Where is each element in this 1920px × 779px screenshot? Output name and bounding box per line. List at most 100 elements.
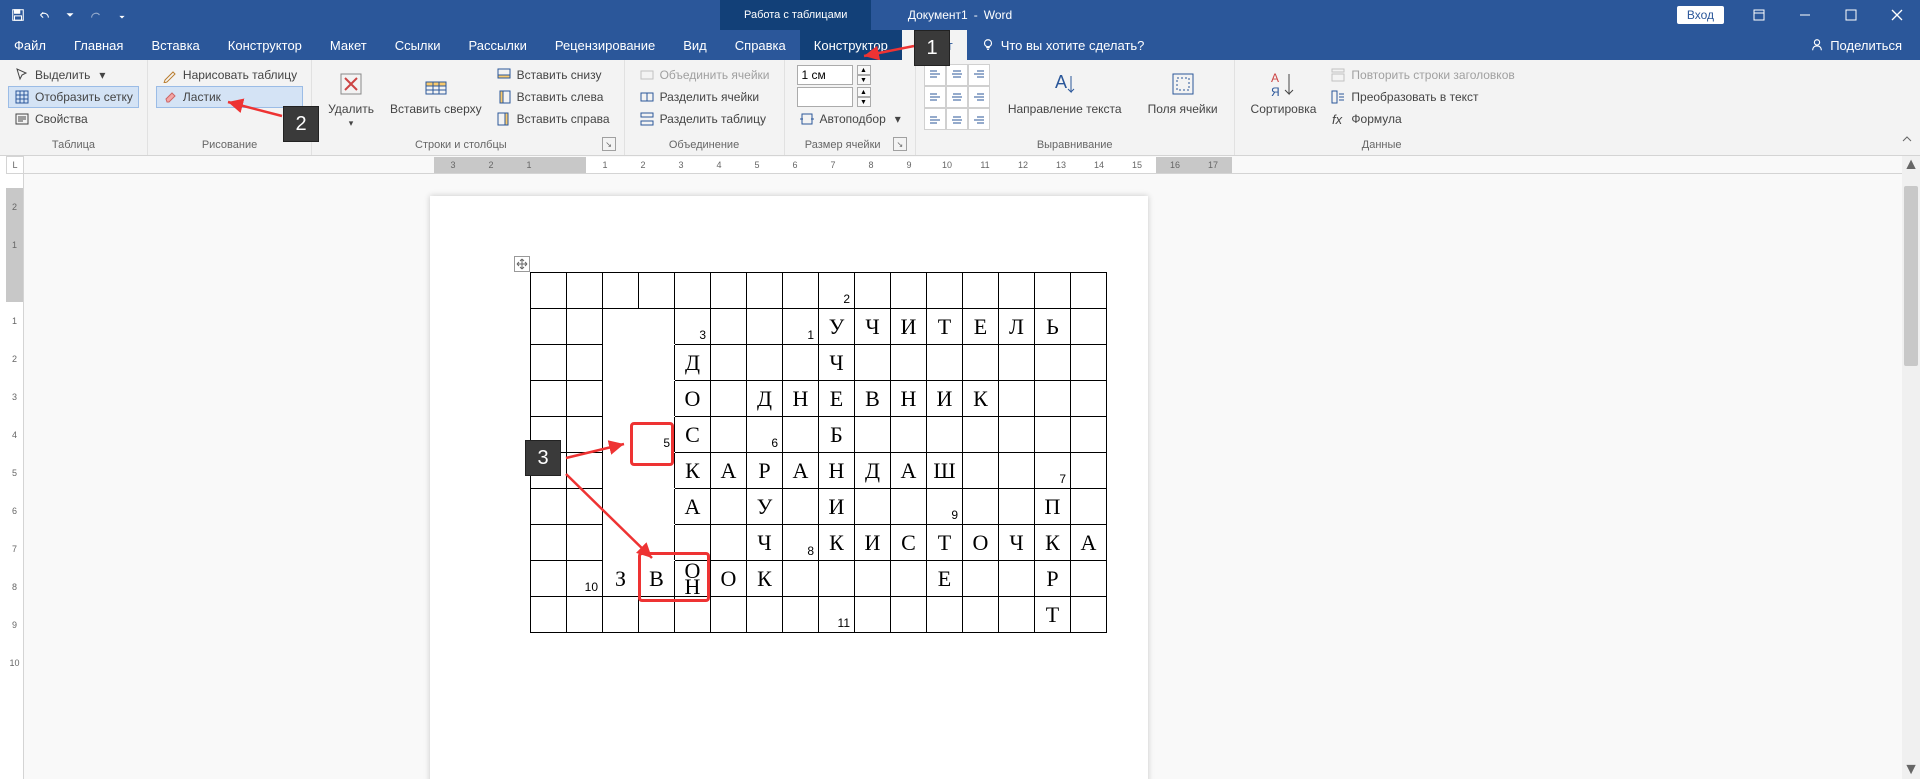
- cw-cell[interactable]: [639, 345, 675, 381]
- document-area[interactable]: 231УЧИТЕЛЬДЧОДНЕВНИК5С6БКАРАНДАШ7АУИ9ПЧ8…: [24, 174, 1902, 779]
- align-br[interactable]: [968, 108, 990, 130]
- cw-cell[interactable]: А: [1071, 525, 1107, 561]
- cw-cell[interactable]: [567, 453, 603, 489]
- cw-cell[interactable]: [711, 273, 747, 309]
- cw-cell[interactable]: [891, 273, 927, 309]
- cw-cell[interactable]: И: [927, 381, 963, 417]
- cw-cell[interactable]: [603, 597, 639, 633]
- tab-mailings[interactable]: Рассылки: [454, 30, 540, 60]
- cw-cell[interactable]: [999, 597, 1035, 633]
- cw-cell[interactable]: [639, 597, 675, 633]
- cw-cell[interactable]: [927, 417, 963, 453]
- cw-cell[interactable]: [999, 489, 1035, 525]
- convert-text-button[interactable]: Преобразовать в текст: [1324, 86, 1520, 108]
- cw-cell[interactable]: [999, 273, 1035, 309]
- cw-cell[interactable]: [1071, 597, 1107, 633]
- delete-button[interactable]: Удалить▾: [320, 64, 382, 133]
- cw-cell[interactable]: [963, 273, 999, 309]
- cw-cell[interactable]: [747, 345, 783, 381]
- cw-cell[interactable]: И: [819, 489, 855, 525]
- tab-view[interactable]: Вид: [669, 30, 721, 60]
- tab-review[interactable]: Рецензирование: [541, 30, 669, 60]
- cw-cell[interactable]: [1071, 309, 1107, 345]
- table-move-handle[interactable]: [514, 256, 530, 272]
- formula-button[interactable]: fxФормула: [1324, 108, 1520, 130]
- align-ml[interactable]: [924, 86, 946, 108]
- cw-cell[interactable]: [891, 561, 927, 597]
- autofit-button[interactable]: Автоподбор▾: [793, 108, 907, 130]
- cw-cell[interactable]: [531, 381, 567, 417]
- cw-cell[interactable]: А: [675, 489, 711, 525]
- share-button[interactable]: Поделиться: [1792, 30, 1920, 60]
- cw-cell[interactable]: [639, 489, 675, 525]
- ribbon-display-icon[interactable]: [1736, 0, 1782, 30]
- cw-cell[interactable]: К: [963, 381, 999, 417]
- cw-cell[interactable]: Д: [855, 453, 891, 489]
- cw-cell[interactable]: З: [603, 561, 639, 597]
- cw-cell[interactable]: Т: [927, 525, 963, 561]
- cell-margins-button[interactable]: Поля ячейки: [1140, 64, 1226, 120]
- tab-insert[interactable]: Вставка: [137, 30, 213, 60]
- cw-cell[interactable]: О: [675, 381, 711, 417]
- cw-cell[interactable]: [711, 381, 747, 417]
- cw-cell[interactable]: Ч: [999, 525, 1035, 561]
- cw-cell[interactable]: П: [1035, 489, 1071, 525]
- cw-cell[interactable]: Ч: [855, 309, 891, 345]
- crossword-table[interactable]: 231УЧИТЕЛЬДЧОДНЕВНИК5С6БКАРАНДАШ7АУИ9ПЧ8…: [530, 272, 1107, 633]
- cw-cell[interactable]: С: [891, 525, 927, 561]
- cw-cell[interactable]: [999, 345, 1035, 381]
- cw-cell[interactable]: [531, 309, 567, 345]
- cw-cell[interactable]: [927, 345, 963, 381]
- tab-design[interactable]: Конструктор: [214, 30, 316, 60]
- cw-cell[interactable]: [567, 345, 603, 381]
- cw-cell[interactable]: К: [819, 525, 855, 561]
- cw-cell[interactable]: [963, 453, 999, 489]
- cw-cell[interactable]: [675, 273, 711, 309]
- cw-cell[interactable]: [747, 597, 783, 633]
- cw-cell[interactable]: [639, 381, 675, 417]
- cw-cell[interactable]: [783, 417, 819, 453]
- align-tr[interactable]: [968, 64, 990, 86]
- cw-cell[interactable]: [927, 273, 963, 309]
- cw-cell[interactable]: [855, 597, 891, 633]
- cw-cell[interactable]: [567, 489, 603, 525]
- cw-cell[interactable]: А: [891, 453, 927, 489]
- tab-layout[interactable]: Макет: [316, 30, 381, 60]
- cw-cell[interactable]: [567, 273, 603, 309]
- cw-cell[interactable]: Е: [927, 561, 963, 597]
- cw-cell[interactable]: [855, 489, 891, 525]
- cw-cell[interactable]: У: [819, 309, 855, 345]
- cw-cell[interactable]: [531, 561, 567, 597]
- cw-cell[interactable]: [783, 561, 819, 597]
- cw-cell[interactable]: 3: [675, 309, 711, 345]
- cw-cell[interactable]: [1035, 273, 1071, 309]
- cw-cell[interactable]: [531, 489, 567, 525]
- insert-below-button[interactable]: Вставить снизу: [490, 64, 616, 86]
- tab-file[interactable]: Файл: [0, 30, 60, 60]
- select-button[interactable]: Выделить▾: [8, 64, 139, 86]
- cw-cell[interactable]: [711, 489, 747, 525]
- cw-cell[interactable]: [531, 597, 567, 633]
- vertical-scrollbar[interactable]: ▲ ▼: [1902, 156, 1920, 779]
- cw-cell[interactable]: Н: [891, 381, 927, 417]
- tell-me-search[interactable]: Что вы хотите сделать?: [967, 30, 1159, 60]
- cw-cell[interactable]: [675, 597, 711, 633]
- draw-table-button[interactable]: Нарисовать таблицу: [156, 64, 303, 86]
- cw-cell[interactable]: К: [675, 453, 711, 489]
- cw-cell[interactable]: [963, 597, 999, 633]
- cw-cell[interactable]: [783, 345, 819, 381]
- cw-cell[interactable]: [639, 525, 675, 561]
- properties-button[interactable]: Свойства: [8, 108, 139, 130]
- height-down[interactable]: ▼: [857, 75, 871, 85]
- width-down[interactable]: ▼: [857, 97, 871, 107]
- cw-cell[interactable]: [999, 417, 1035, 453]
- cw-cell[interactable]: И: [891, 309, 927, 345]
- tab-table-design[interactable]: Конструктор: [800, 30, 902, 60]
- cw-cell[interactable]: Б: [819, 417, 855, 453]
- cw-cell[interactable]: 10: [567, 561, 603, 597]
- cw-cell[interactable]: [963, 489, 999, 525]
- cw-cell[interactable]: [1071, 345, 1107, 381]
- cw-cell[interactable]: [999, 561, 1035, 597]
- collapse-ribbon-icon[interactable]: [1900, 132, 1914, 151]
- align-bc[interactable]: [946, 108, 968, 130]
